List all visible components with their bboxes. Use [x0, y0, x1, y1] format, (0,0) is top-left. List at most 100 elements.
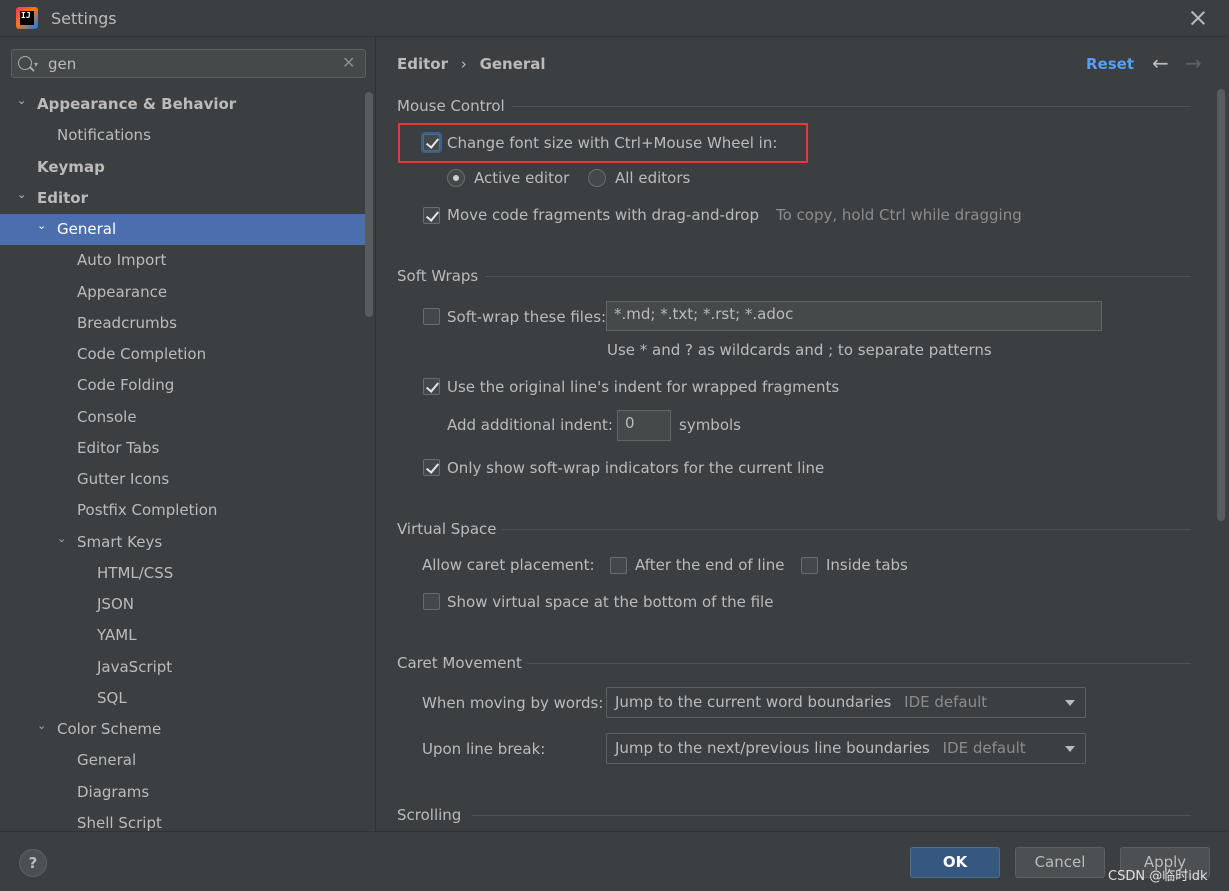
- change-font-size-label[interactable]: Change font size with Ctrl+Mouse Wheel i…: [447, 134, 777, 152]
- sidebar-item-label: Appearance: [77, 283, 168, 301]
- sidebar-item-console[interactable]: Console: [0, 402, 366, 433]
- after-end-of-line-checkbox[interactable]: [610, 557, 627, 574]
- sidebar-item-sql[interactable]: SQL: [0, 683, 366, 714]
- sidebar-item-label: Editor Tabs: [77, 439, 160, 457]
- back-arrow-icon[interactable]: ←: [1152, 51, 1169, 75]
- sidebar-item-json[interactable]: JSON: [0, 589, 366, 620]
- soft-wrap-hint: Use * and ? as wildcards and ; to separa…: [607, 341, 992, 359]
- forward-arrow-icon[interactable]: →: [1185, 51, 1202, 75]
- search-input[interactable]: [48, 53, 328, 74]
- sidebar-item-postfix-completion[interactable]: Postfix Completion: [0, 495, 366, 526]
- search-options-caret-icon[interactable]: ▾: [34, 60, 38, 69]
- breadcrumb-separator: ›: [460, 55, 467, 73]
- sidebar-item-keymap[interactable]: Keymap: [0, 152, 366, 183]
- after-end-of-line-label[interactable]: After the end of line: [635, 556, 785, 574]
- soft-wrap-files-label[interactable]: Soft-wrap these files:: [447, 308, 606, 326]
- show-virtual-space-checkbox[interactable]: [423, 593, 440, 610]
- sidebar-item-auto-import[interactable]: Auto Import: [0, 245, 366, 276]
- sidebar-item-code-completion[interactable]: Code Completion: [0, 339, 366, 370]
- section-virtual-space: Virtual Space: [397, 520, 497, 538]
- sidebar-item-general[interactable]: ⌄ General: [0, 214, 366, 245]
- sidebar-item-breadcrumbs[interactable]: Breadcrumbs: [0, 308, 366, 339]
- line-break-select[interactable]: Jump to the next/previous line boundarie…: [606, 733, 1086, 764]
- ok-button[interactable]: OK: [910, 847, 1000, 878]
- chevron-down-icon[interactable]: ⌄: [37, 214, 51, 238]
- line-break-default: IDE default: [942, 739, 1026, 757]
- symbols-label: symbols: [679, 416, 741, 434]
- moving-by-words-select[interactable]: Jump to the current word boundaries IDE …: [606, 687, 1086, 718]
- search-box[interactable]: ▾ ✕: [11, 49, 366, 78]
- close-icon[interactable]: [1188, 8, 1208, 28]
- sidebar-item-label: Smart Keys: [77, 533, 163, 551]
- section-divider: [485, 276, 1191, 277]
- move-code-label[interactable]: Move code fragments with drag-and-drop: [447, 206, 759, 224]
- sidebar-item-html-css[interactable]: HTML/CSS: [0, 558, 366, 589]
- show-virtual-space-label[interactable]: Show virtual space at the bottom of the …: [447, 593, 773, 611]
- title-bar: IJ Settings: [0, 0, 1229, 37]
- window-title: Settings: [51, 9, 117, 28]
- section-mouse-control: Mouse Control: [397, 97, 505, 115]
- chevron-down-icon[interactable]: ⌄: [57, 527, 71, 551]
- section-divider: [502, 529, 1191, 530]
- sidebar-item-yaml[interactable]: YAML: [0, 620, 366, 651]
- moving-by-words-default: IDE default: [904, 693, 988, 711]
- line-break-label: Upon line break:: [422, 740, 546, 758]
- sidebar-item-label: JSON: [97, 595, 134, 613]
- active-editor-radio[interactable]: [447, 169, 465, 187]
- section-caret-movement: Caret Movement: [397, 654, 522, 672]
- all-editors-label[interactable]: All editors: [615, 169, 690, 187]
- search-icon: [18, 56, 32, 70]
- cancel-button[interactable]: Cancel: [1015, 847, 1105, 878]
- sidebar-item-color-scheme[interactable]: ⌄ Color Scheme: [0, 714, 366, 745]
- sidebar-item-javascript[interactable]: JavaScript: [0, 652, 366, 683]
- sidebar-item-editor[interactable]: ⌄ Editor: [0, 183, 366, 214]
- chevron-down-icon[interactable]: ⌄: [17, 89, 31, 113]
- sidebar-item-notifications[interactable]: Notifications: [0, 120, 366, 151]
- sidebar-item-appearance-behavior[interactable]: ⌄ Appearance & Behavior: [0, 89, 366, 120]
- sidebar-item-appearance[interactable]: Appearance: [0, 277, 366, 308]
- soft-wrap-files-checkbox[interactable]: [423, 308, 440, 325]
- sidebar-item-label: HTML/CSS: [97, 564, 174, 582]
- sidebar-item-general-color[interactable]: General: [0, 745, 366, 776]
- sidebar-item-label: Diagrams: [77, 783, 150, 801]
- sidebar-item-code-folding[interactable]: Code Folding: [0, 370, 366, 401]
- sidebar-item-shell-script[interactable]: Shell Script: [0, 808, 366, 831]
- sidebar-scrollbar[interactable]: [365, 92, 373, 317]
- soft-wrap-files-field[interactable]: *.md; *.txt; *.rst; *.adoc: [606, 301, 1102, 331]
- sidebar-item-label: Gutter Icons: [77, 470, 170, 488]
- use-original-indent-label[interactable]: Use the original line's indent for wrapp…: [447, 378, 839, 396]
- sidebar-item-gutter-icons[interactable]: Gutter Icons: [0, 464, 366, 495]
- settings-sidebar: ▾ ✕ ⌄ Appearance & Behavior Notifications K…: [0, 37, 376, 831]
- sidebar-item-label: SQL: [97, 689, 127, 707]
- change-font-size-checkbox[interactable]: [423, 134, 440, 151]
- sidebar-item-diagrams[interactable]: Diagrams: [0, 777, 366, 808]
- move-code-checkbox[interactable]: [423, 207, 440, 224]
- all-editors-radio[interactable]: [588, 169, 606, 187]
- sidebar-item-label: Editor: [37, 189, 88, 207]
- settings-content: Editor › General Reset ← → Mouse Control…: [377, 37, 1229, 831]
- chevron-down-icon[interactable]: ⌄: [37, 714, 51, 738]
- sidebar-item-smart-keys[interactable]: ⌄ Smart Keys: [0, 527, 366, 558]
- watermark-text: CSDN @临时idk: [1108, 869, 1208, 884]
- intellij-app-icon: IJ: [16, 7, 38, 29]
- sidebar-item-label: Color Scheme: [57, 720, 162, 738]
- allow-caret-label: Allow caret placement:: [422, 556, 595, 574]
- breadcrumb-editor[interactable]: Editor: [397, 55, 448, 73]
- clear-search-icon[interactable]: ✕: [342, 53, 355, 72]
- sidebar-item-label: Console: [77, 408, 137, 426]
- use-original-indent-checkbox[interactable]: [423, 378, 440, 395]
- section-divider: [512, 106, 1191, 107]
- chevron-down-icon[interactable]: ⌄: [17, 183, 31, 207]
- help-icon[interactable]: ?: [19, 849, 47, 877]
- sidebar-item-label: JavaScript: [97, 658, 173, 676]
- sidebar-item-label: Code Folding: [77, 376, 175, 394]
- inside-tabs-checkbox[interactable]: [801, 557, 818, 574]
- active-editor-label[interactable]: Active editor: [474, 169, 569, 187]
- inside-tabs-label[interactable]: Inside tabs: [826, 556, 908, 574]
- content-scrollbar[interactable]: [1217, 89, 1225, 521]
- sidebar-item-editor-tabs[interactable]: Editor Tabs: [0, 433, 366, 464]
- reset-link[interactable]: Reset: [1086, 55, 1134, 73]
- additional-indent-input[interactable]: 0: [617, 410, 671, 441]
- only-show-indicators-label[interactable]: Only show soft-wrap indicators for the c…: [447, 459, 824, 477]
- only-show-indicators-checkbox[interactable]: [423, 459, 440, 476]
